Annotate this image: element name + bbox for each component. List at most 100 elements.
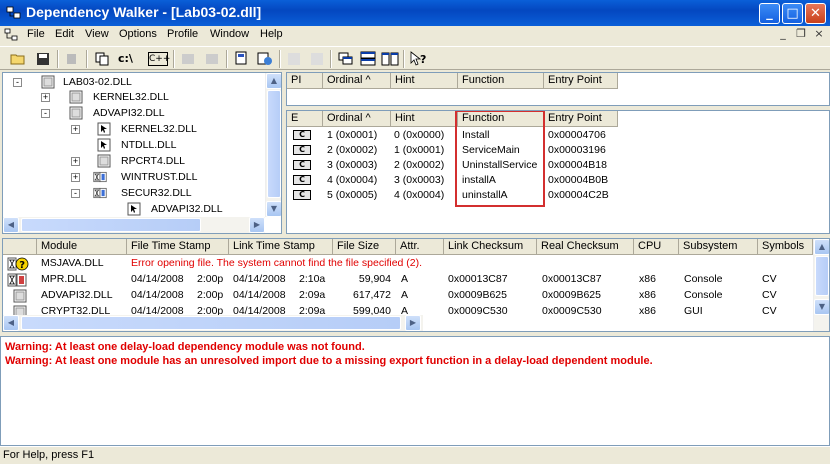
undecorate-cpp-button[interactable]: C++ xyxy=(148,52,170,66)
tree-label: SECUR32.DLL xyxy=(121,187,192,199)
header-icon[interactable] xyxy=(3,239,37,255)
scroll-left-arrow-icon[interactable]: ◀ xyxy=(3,217,19,233)
modules-vertical-scrollbar[interactable]: ▲ ▼ xyxy=(813,239,829,331)
c-function-icon: C xyxy=(293,130,311,140)
header-hint[interactable]: Hint xyxy=(391,73,458,89)
scroll-down-arrow-icon[interactable]: ▼ xyxy=(814,299,829,315)
header-attr[interactable]: Attr. xyxy=(396,239,444,255)
tree-expander[interactable]: + xyxy=(71,173,80,182)
title-bar[interactable]: Dependency Walker - [Lab03-02.dll] _ □ ✕ xyxy=(0,0,830,26)
header-real-checksum[interactable]: Real Checksum xyxy=(537,239,634,255)
header-hint[interactable]: Hint xyxy=(391,111,458,127)
exports-pane[interactable]: E Ordinal ^ Hint Function Entry Point C … xyxy=(286,110,830,234)
scroll-right-arrow-icon[interactable]: ▶ xyxy=(405,315,421,331)
header-entry-point[interactable]: Entry Point xyxy=(544,73,618,89)
tree-expander[interactable]: - xyxy=(71,189,80,198)
ordinal-cell: 2 (0x0002) xyxy=(327,144,378,156)
collapse-icon[interactable] xyxy=(307,50,327,68)
link-date-cell: 04/14/2008 xyxy=(233,273,286,285)
scroll-down-arrow-icon[interactable]: ▼ xyxy=(266,201,281,217)
scroll-up-arrow-icon[interactable]: ▲ xyxy=(814,239,829,255)
full-paths-button[interactable]: c:\ xyxy=(118,50,138,68)
mdi-restore-button[interactable]: ❐ xyxy=(793,27,809,42)
tree-expander[interactable]: - xyxy=(41,109,50,118)
document-icon[interactable] xyxy=(4,28,20,42)
scroll-right-arrow-icon[interactable]: ▶ xyxy=(249,217,265,233)
header-ordinal[interactable]: Ordinal ^ xyxy=(323,111,391,127)
header-file-size[interactable]: File Size xyxy=(333,239,396,255)
scroll-thumb[interactable] xyxy=(21,218,201,232)
window-title: Dependency Walker - [Lab03-02.dll] xyxy=(26,4,262,20)
tree-expander[interactable]: + xyxy=(71,157,80,166)
c-function-icon: C xyxy=(293,145,311,155)
header-cpu[interactable]: CPU xyxy=(634,239,679,255)
module-cell: MSJAVA.DLL xyxy=(41,257,104,269)
tree-vertical-scrollbar[interactable]: ▲ ▼ xyxy=(265,73,281,217)
context-help-icon[interactable]: ? xyxy=(408,50,428,68)
header-function[interactable]: Function xyxy=(458,73,544,89)
tile-vertical-icon[interactable] xyxy=(380,50,400,68)
mdi-close-button[interactable]: × xyxy=(811,27,827,42)
c-function-icon: C xyxy=(293,160,311,170)
tree-expander[interactable]: + xyxy=(41,93,50,102)
close-button[interactable]: ✕ xyxy=(805,3,826,24)
header-link-checksum[interactable]: Link Checksum xyxy=(444,239,537,255)
minimize-button[interactable]: _ xyxy=(759,3,780,24)
module-list-pane[interactable]: Module File Time Stamp Link Time Stamp F… xyxy=(2,238,830,332)
scroll-thumb[interactable] xyxy=(267,90,281,198)
header-e[interactable]: E xyxy=(287,111,323,127)
scroll-left-arrow-icon[interactable]: ◀ xyxy=(3,315,19,331)
open-icon[interactable] xyxy=(8,50,28,68)
header-ordinal[interactable]: Ordinal ^ xyxy=(323,73,391,89)
app-icon xyxy=(6,6,21,19)
header-pi[interactable]: PI xyxy=(287,73,323,89)
toolbar-separator xyxy=(226,50,228,68)
properties-icon[interactable] xyxy=(232,50,252,68)
header-file-time-stamp[interactable]: File Time Stamp xyxy=(127,239,229,255)
file-date-cell: 04/14/2008 xyxy=(131,289,184,301)
tree-expander[interactable]: + xyxy=(71,125,80,134)
cascade-icon[interactable] xyxy=(336,50,356,68)
imports-pane[interactable]: PI Ordinal ^ Hint Function Entry Point xyxy=(286,72,830,106)
module-tree-pane[interactable]: - LAB03-02.DLL + KERNEL32.DLL - ADVAPI32… xyxy=(2,72,282,234)
header-subsystem[interactable]: Subsystem xyxy=(679,239,758,255)
save-icon[interactable] xyxy=(33,50,53,68)
tree-horizontal-scrollbar[interactable]: ◀ ▶ xyxy=(3,217,265,233)
status-bar: For Help, press F1 xyxy=(0,446,830,464)
tree-expander[interactable]: - xyxy=(13,78,22,87)
find-icon[interactable] xyxy=(202,50,222,68)
menu-window[interactable]: Window xyxy=(210,28,249,40)
warning-message: Warning: At least one delay-load depende… xyxy=(5,341,365,353)
menu-file[interactable]: File xyxy=(27,28,45,40)
tile-horizontal-icon[interactable] xyxy=(358,50,378,68)
refresh-icon[interactable] xyxy=(62,50,82,68)
table-row[interactable]: MPR.DLL 04/14/2008 2:00p 04/14/2008 2:10… xyxy=(3,272,813,288)
modules-horizontal-scrollbar[interactable]: ◀ ▶ xyxy=(3,315,423,331)
link-checksum-cell: 0x00013C87 xyxy=(448,273,508,285)
expand-icon[interactable] xyxy=(284,50,304,68)
menu-options[interactable]: Options xyxy=(119,28,157,40)
header-symbols[interactable]: Symbols xyxy=(758,239,813,255)
tree-label: KERNEL32.DLL xyxy=(121,123,197,135)
menu-view[interactable]: View xyxy=(85,28,109,40)
maximize-button[interactable]: □ xyxy=(782,3,803,24)
table-row[interactable]: ? MSJAVA.DLL Error opening file. The sys… xyxy=(3,256,813,272)
menu-help[interactable]: Help xyxy=(260,28,283,40)
log-pane[interactable]: Warning: At least one delay-load depende… xyxy=(0,336,830,446)
mdi-minimize-button[interactable]: _ xyxy=(775,27,791,42)
header-link-time-stamp[interactable]: Link Time Stamp xyxy=(229,239,333,255)
scroll-thumb[interactable] xyxy=(21,316,401,330)
scroll-thumb[interactable] xyxy=(815,256,829,296)
menu-edit[interactable]: Edit xyxy=(55,28,74,40)
symbols-cell: CV xyxy=(762,273,777,285)
header-entry-point[interactable]: Entry Point xyxy=(544,111,618,127)
copy-icon[interactable] xyxy=(92,50,112,68)
table-row[interactable]: ADVAPI32.DLL 04/14/2008 2:00p 04/14/2008… xyxy=(3,288,813,304)
highlight-matching-icon[interactable] xyxy=(178,50,198,68)
scroll-up-arrow-icon[interactable]: ▲ xyxy=(266,73,281,89)
system-info-icon[interactable] xyxy=(255,50,275,68)
symbols-cell: CV xyxy=(762,289,777,301)
header-module[interactable]: Module xyxy=(37,239,127,255)
c-function-icon: C xyxy=(293,175,311,185)
menu-profile[interactable]: Profile xyxy=(167,28,198,40)
